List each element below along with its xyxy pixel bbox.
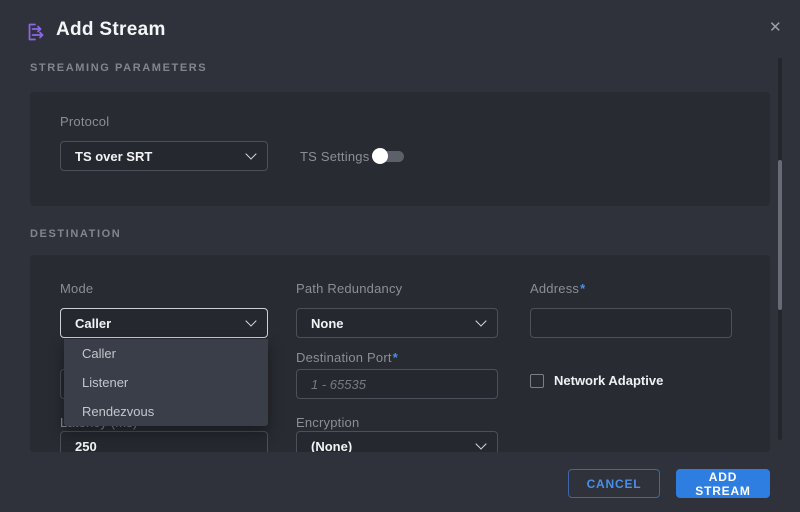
ts-settings-toggle[interactable]: [372, 148, 405, 164]
destination-port-input[interactable]: [296, 369, 498, 399]
path-redundancy-label: Path Redundancy: [296, 281, 402, 296]
path-redundancy-value: None: [311, 316, 344, 331]
required-asterisk: *: [393, 350, 398, 365]
mode-option-listener[interactable]: Listener: [64, 368, 268, 397]
path-redundancy-select[interactable]: None: [296, 308, 498, 338]
add-stream-button[interactable]: ADD STREAM: [676, 469, 770, 498]
mode-option-rendezvous[interactable]: Rendezvous: [64, 397, 268, 426]
chevron-down-icon: [245, 148, 256, 159]
destination-port-label: Destination Port*: [296, 350, 398, 365]
toggle-knob: [372, 148, 388, 164]
chevron-down-icon: [245, 315, 256, 326]
required-asterisk: *: [580, 281, 585, 296]
mode-option-caller[interactable]: Caller: [64, 339, 268, 368]
modal-footer: CANCEL ADD STREAM: [0, 452, 800, 512]
network-adaptive-row: Network Adaptive: [530, 373, 663, 388]
mode-dropdown-menu: Caller Listener Rendezvous: [64, 339, 268, 426]
protocol-select[interactable]: TS over SRT: [60, 141, 268, 171]
page-title: Add Stream: [56, 19, 166, 41]
mode-label: Mode: [60, 281, 93, 296]
scrollbar-thumb[interactable]: [778, 160, 782, 310]
add-stream-modal: { "header": { "title": "Add Stream", "cl…: [0, 0, 800, 512]
network-adaptive-label: Network Adaptive: [554, 373, 663, 388]
ts-settings-label: TS Settings: [300, 149, 369, 164]
address-label: Address*: [530, 281, 585, 296]
cancel-button[interactable]: CANCEL: [568, 469, 660, 498]
latency-input[interactable]: [60, 431, 268, 452]
network-adaptive-checkbox[interactable]: [530, 374, 544, 388]
encryption-value: (None): [311, 439, 352, 453]
close-icon[interactable]: ✕: [769, 19, 782, 37]
destination-card: Mode Path Redundancy Address* Caller Non…: [30, 255, 770, 452]
protocol-value: TS over SRT: [75, 149, 152, 164]
chevron-down-icon: [475, 438, 486, 449]
encryption-select[interactable]: (None): [296, 431, 498, 452]
streaming-parameters-card: Protocol TS over SRT TS Settings: [30, 92, 770, 206]
mode-value: Caller: [75, 316, 111, 331]
protocol-label: Protocol: [60, 114, 109, 129]
chevron-down-icon: [475, 315, 486, 326]
address-input[interactable]: [530, 308, 732, 338]
encryption-label: Encryption: [296, 415, 359, 430]
mode-select[interactable]: Caller: [60, 308, 268, 338]
section-destination: DESTINATION: [30, 228, 121, 240]
stream-add-icon: [26, 22, 46, 42]
section-streaming-parameters: STREAMING PARAMETERS: [30, 62, 207, 74]
